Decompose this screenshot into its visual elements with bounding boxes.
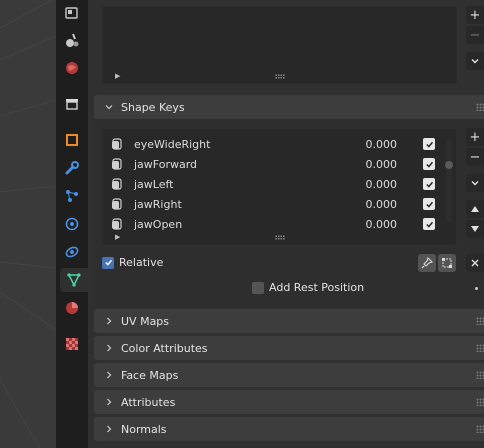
- shape-key-value[interactable]: 0.000: [337, 178, 398, 191]
- shape-key-mute-checkbox[interactable]: [423, 178, 435, 190]
- constraints-icon[interactable]: [59, 240, 85, 264]
- panel-drag-handle[interactable]: [476, 398, 484, 406]
- shape-key-value[interactable]: 0.000: [337, 198, 398, 211]
- render-icon[interactable]: [59, 1, 85, 25]
- shape-key-name[interactable]: jawRight: [134, 198, 337, 211]
- material-icon[interactable]: [59, 296, 85, 320]
- scrollbar-thumb[interactable]: [445, 161, 453, 169]
- properties-editor: ▶ + − Shape Keys eyeWideRight 0.000 jawF…: [88, 0, 484, 448]
- chevron-right-icon: [104, 343, 116, 353]
- shape-key-value[interactable]: 0.000: [337, 158, 398, 171]
- shape-key-mute-checkbox[interactable]: [423, 138, 435, 150]
- list-remove-button[interactable]: −: [466, 26, 484, 44]
- world-icon[interactable]: [59, 56, 85, 80]
- texture-paint-icon[interactable]: [59, 28, 85, 52]
- 3d-viewport[interactable]: [0, 0, 56, 448]
- shape-key-name[interactable]: jawForward: [134, 158, 337, 171]
- shape-key-icon: [111, 217, 125, 231]
- shape-key-icon: [111, 177, 125, 191]
- panel-drag-handle[interactable]: [476, 425, 484, 433]
- shape-keys-list[interactable]: eyeWideRight 0.000 jawForward 0.000 jawL…: [102, 128, 457, 245]
- add-rest-position-row[interactable]: Add Rest Position: [252, 281, 364, 294]
- panel-title: UV Maps: [121, 314, 170, 328]
- object-icon[interactable]: [59, 128, 85, 152]
- list-item[interactable]: jawRight 0.000: [111, 194, 441, 214]
- shape-key-remove-button[interactable]: −: [466, 148, 484, 166]
- shape-key-add-button[interactable]: +: [466, 128, 484, 146]
- shape-key-mute-checkbox[interactable]: [423, 198, 435, 210]
- shape-key-specials-chevron-icon[interactable]: [466, 174, 484, 192]
- list-scrollbar[interactable]: [445, 139, 453, 223]
- shape-key-name[interactable]: eyeWideRight: [134, 138, 337, 151]
- shape-key-mute-checkbox[interactable]: [423, 158, 435, 170]
- chevron-right-icon: [104, 370, 116, 380]
- normals-panel-header[interactable]: Normals: [94, 417, 484, 441]
- list-item[interactable]: jawForward 0.000: [111, 154, 441, 174]
- collection-icon[interactable]: [59, 92, 85, 116]
- edit-mode-icon[interactable]: [438, 254, 456, 272]
- relative-checkbox[interactable]: [102, 256, 114, 269]
- list-item[interactable]: jawLeft 0.000: [111, 174, 441, 194]
- panel-drag-handle[interactable]: [476, 103, 484, 111]
- add-rest-position-checkbox[interactable]: [252, 281, 264, 294]
- shape-keys-panel-header[interactable]: Shape Keys: [94, 95, 484, 119]
- clear-close-icon[interactable]: [466, 254, 484, 272]
- vertex-groups-list[interactable]: ▶: [102, 6, 457, 84]
- pin-icon[interactable]: [418, 254, 436, 272]
- color-attributes-panel-header[interactable]: Color Attributes: [94, 336, 484, 360]
- shape-key-value[interactable]: 0.000: [337, 138, 398, 151]
- animate-property-dot[interactable]: [475, 287, 478, 290]
- face-maps-panel-header[interactable]: Face Maps: [94, 363, 484, 387]
- chevron-right-icon: [104, 424, 116, 434]
- shape-key-name[interactable]: jawLeft: [134, 178, 337, 191]
- chevron-down-icon: [104, 102, 116, 112]
- shape-key-icon: [111, 197, 125, 211]
- panel-drag-handle[interactable]: [476, 317, 484, 325]
- list-specials-chevron-icon[interactable]: [466, 52, 484, 70]
- physics-icon[interactable]: [59, 212, 85, 236]
- add-rest-position-label: Add Rest Position: [269, 281, 365, 294]
- move-up-icon[interactable]: [466, 200, 484, 218]
- chevron-right-icon: [104, 316, 116, 326]
- list-expand-icon[interactable]: ▶: [115, 233, 120, 241]
- panel-title: Face Maps: [121, 368, 179, 382]
- shape-key-value[interactable]: 0.000: [337, 218, 398, 231]
- panel-title: Color Attributes: [121, 341, 208, 355]
- move-down-icon[interactable]: [466, 220, 484, 238]
- relative-checkbox-row[interactable]: Relative: [102, 256, 163, 269]
- list-item[interactable]: eyeWideRight 0.000: [111, 134, 441, 154]
- panel-title: Shape Keys: [121, 100, 185, 114]
- texture-icon[interactable]: [59, 332, 85, 356]
- shape-key-icon: [111, 157, 125, 171]
- attributes-panel-header[interactable]: Attributes: [94, 390, 484, 414]
- panel-title: Normals: [121, 422, 167, 436]
- panel-drag-handle[interactable]: [476, 344, 484, 352]
- list-resize-grip[interactable]: [274, 235, 285, 240]
- uv-maps-panel-header[interactable]: UV Maps: [94, 309, 484, 333]
- chevron-right-icon: [104, 397, 116, 407]
- particles-icon[interactable]: [59, 184, 85, 208]
- list-add-button[interactable]: +: [466, 6, 484, 24]
- object-data-icon[interactable]: [60, 268, 88, 292]
- properties-tabs: [56, 0, 88, 448]
- shape-key-icon: [111, 137, 125, 151]
- modifier-wrench-icon[interactable]: [59, 156, 85, 180]
- panel-drag-handle[interactable]: [476, 371, 484, 379]
- list-expand-icon[interactable]: ▶: [115, 72, 120, 80]
- panel-title: Attributes: [121, 395, 176, 409]
- shape-key-name[interactable]: jawOpen: [134, 218, 337, 231]
- relative-label: Relative: [119, 256, 164, 269]
- list-resize-grip[interactable]: [274, 74, 285, 79]
- list-item[interactable]: jawOpen 0.000: [111, 214, 441, 234]
- shape-key-mute-checkbox[interactable]: [423, 218, 435, 230]
